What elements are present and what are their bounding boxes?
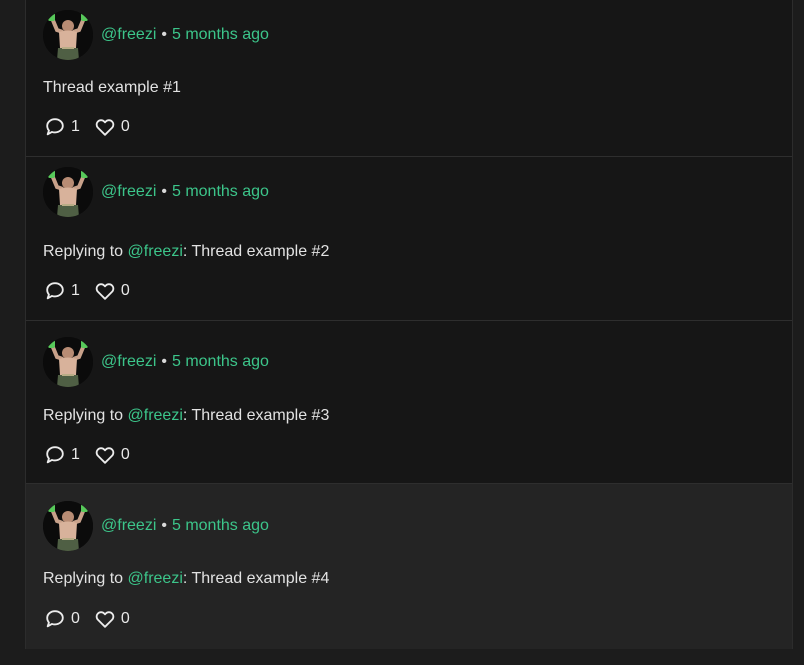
meta-separator: • xyxy=(161,26,167,43)
like-button[interactable]: 0 xyxy=(94,608,130,630)
timestamp[interactable]: 5 months ago xyxy=(172,517,269,535)
comment-icon xyxy=(46,118,64,136)
timestamp[interactable]: 5 months ago xyxy=(172,183,269,201)
reply-button[interactable]: 1 xyxy=(44,280,80,302)
heart-icon xyxy=(95,447,115,464)
heart-icon xyxy=(95,283,115,300)
reply-button[interactable]: 0 xyxy=(44,608,80,630)
reply-count: 1 xyxy=(71,446,80,463)
post-body: Replying to @freezi: Thread example #2 xyxy=(43,243,329,261)
post-current[interactable]: @freezi • 5 months ago Replying to @free… xyxy=(26,484,792,649)
post[interactable]: @freezi • 5 months ago Replying to @free… xyxy=(26,321,792,484)
post-text: Thread example #4 xyxy=(191,570,330,587)
post-actions: 0 0 xyxy=(44,608,144,630)
post-actions: 1 0 xyxy=(44,444,144,466)
reply-count: 1 xyxy=(71,282,80,299)
author-handle[interactable]: @freezi xyxy=(101,353,156,371)
post-meta: @freezi • 5 months ago xyxy=(43,336,269,388)
post-meta: @freezi • 5 months ago xyxy=(43,500,269,552)
like-button[interactable]: 0 xyxy=(94,116,130,138)
post-text: Thread example #1 xyxy=(43,79,181,96)
meta-separator: • xyxy=(161,183,167,200)
meta-separator: • xyxy=(161,517,167,534)
heart-icon xyxy=(95,119,115,136)
reply-count: 0 xyxy=(71,610,80,627)
post-actions: 1 0 xyxy=(44,280,144,302)
post-actions: 1 0 xyxy=(44,116,144,138)
comment-icon xyxy=(46,446,64,464)
thread-container: @freezi • 5 months ago Thread example #1… xyxy=(25,0,793,649)
like-count: 0 xyxy=(120,118,130,135)
author-handle[interactable]: @freezi xyxy=(101,517,156,535)
avatar[interactable] xyxy=(43,501,93,551)
reply-count: 1 xyxy=(71,118,80,135)
like-count: 0 xyxy=(120,446,130,463)
like-count: 0 xyxy=(120,610,130,627)
like-count: 0 xyxy=(120,282,130,299)
post-meta: @freezi • 5 months ago xyxy=(43,9,269,61)
like-button[interactable]: 0 xyxy=(94,444,130,466)
mention-link[interactable]: @freezi xyxy=(128,407,183,424)
reply-prefix: Replying to xyxy=(43,243,128,260)
avatar[interactable] xyxy=(43,337,93,387)
reply-button[interactable]: 1 xyxy=(44,444,80,466)
post-body: Thread example #1 xyxy=(43,79,181,97)
reply-prefix: Replying to xyxy=(43,570,128,587)
reply-prefix: Replying to xyxy=(43,407,128,424)
author-handle[interactable]: @freezi xyxy=(101,26,156,44)
post[interactable]: @freezi • 5 months ago Thread example #1… xyxy=(26,0,792,157)
avatar[interactable] xyxy=(43,10,93,60)
post-meta: @freezi • 5 months ago xyxy=(43,166,269,218)
author-handle[interactable]: @freezi xyxy=(101,183,156,201)
timestamp[interactable]: 5 months ago xyxy=(172,353,269,371)
post[interactable]: @freezi • 5 months ago Replying to @free… xyxy=(26,157,792,321)
mention-link[interactable]: @freezi xyxy=(128,243,183,260)
like-button[interactable]: 0 xyxy=(94,280,130,302)
meta-separator: • xyxy=(161,353,167,370)
post-body: Replying to @freezi: Thread example #4 xyxy=(43,570,329,588)
post-text: Thread example #2 xyxy=(191,243,330,260)
heart-icon xyxy=(95,611,115,628)
timestamp[interactable]: 5 months ago xyxy=(172,26,269,44)
comment-icon xyxy=(46,610,64,628)
reply-button[interactable]: 1 xyxy=(44,116,80,138)
post-body: Replying to @freezi: Thread example #3 xyxy=(43,407,329,425)
avatar[interactable] xyxy=(43,167,93,217)
post-text: Thread example #3 xyxy=(191,407,330,424)
comment-icon xyxy=(46,282,64,300)
mention-link[interactable]: @freezi xyxy=(128,570,183,587)
